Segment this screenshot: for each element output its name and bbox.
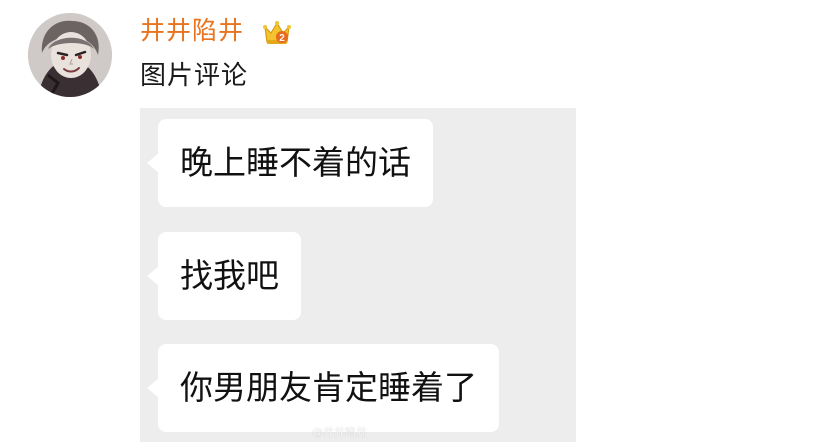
svg-text:2: 2	[279, 33, 285, 44]
comment-image[interactable]: 晚上睡不着的话 找我吧 你男朋友肯定睡着了 @井井陷井	[140, 108, 576, 442]
chat-bubble: 找我吧	[147, 232, 301, 320]
chat-bubble: 你男朋友肯定睡着了	[147, 344, 499, 432]
comment-text: 图片评论	[140, 61, 249, 91]
watermark: @井井陷井	[312, 426, 367, 439]
avatar-image	[28, 13, 112, 97]
crown-icon[interactable]: 2	[262, 18, 292, 48]
chat-bubble: 晚上睡不着的话	[147, 119, 433, 207]
username-link[interactable]: 井井陷井	[140, 14, 244, 48]
comment-item: 井井陷井 2 图片评论 晚上睡不着的话 找我吧 你男朋友肯定睡着了 @井井陷井	[0, 0, 828, 442]
avatar[interactable]	[28, 13, 112, 97]
